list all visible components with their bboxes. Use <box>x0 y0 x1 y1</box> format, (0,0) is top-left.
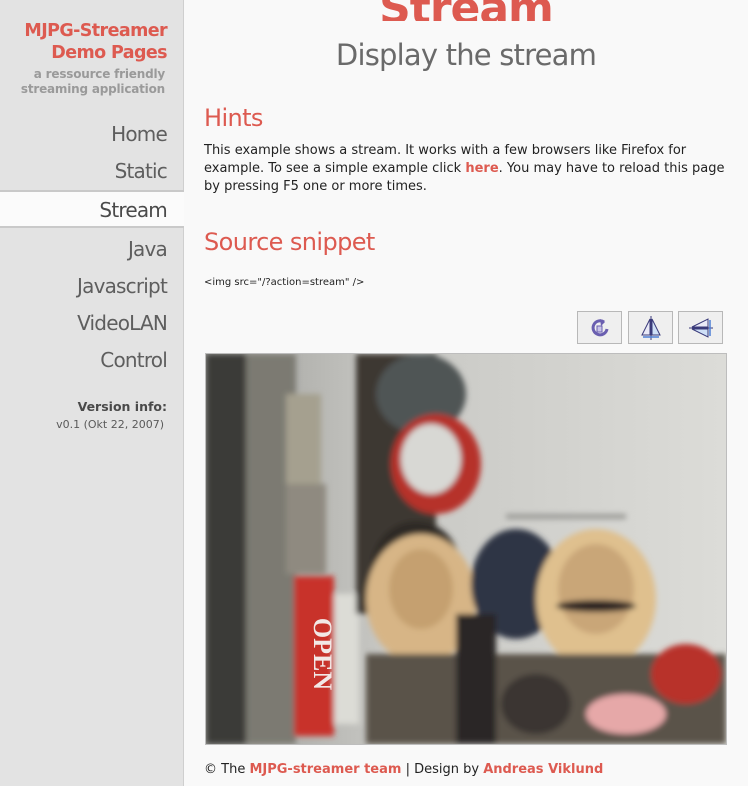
source-snippet-code: <img src="/?action=stream" /> <box>204 277 365 288</box>
sidebar: MJPG-Streamer Demo Pages a ressource fri… <box>0 0 184 786</box>
nav-link-control[interactable]: Control <box>100 348 167 372</box>
nav-link-videolan[interactable]: VideoLAN <box>77 311 168 335</box>
nav-link-home[interactable]: Home <box>111 122 168 146</box>
nav-link-stream[interactable]: Stream <box>99 198 167 222</box>
site-title-line1: MJPG-Streamer <box>24 21 167 41</box>
nav-link-javascript[interactable]: Javascript <box>77 274 168 298</box>
site-title-line2: Demo Pages <box>51 43 167 63</box>
snippet-title: Source snippet <box>204 228 375 256</box>
flip-horizontal-button[interactable] <box>678 311 723 344</box>
rotate-icon <box>591 318 608 336</box>
here-link[interactable]: here <box>465 161 498 176</box>
hints-title: Hints <box>204 104 263 132</box>
site-subtitle-line2: streaming application <box>20 82 165 96</box>
footer-separator: | Design by <box>401 762 484 777</box>
version-label: Version info: <box>77 399 167 414</box>
footer-copyright: © The <box>204 762 250 777</box>
site-subtitle-line1: a ressource friendly <box>33 67 165 81</box>
rotate-button[interactable] <box>577 311 622 344</box>
open-sign-text: OPEN <box>308 618 337 690</box>
hints-paragraph: This example shows a stream. It works wi… <box>204 142 734 196</box>
nav-link-java[interactable]: Java <box>128 237 168 261</box>
footer: © The MJPG-streamer team | Design by And… <box>204 762 603 777</box>
nav-link-static[interactable]: Static <box>115 159 168 183</box>
stream-image: OPEN <box>205 353 727 745</box>
site-subtitle: a ressource friendly streaming applicati… <box>0 67 165 97</box>
flip-vertical-icon <box>640 315 661 340</box>
team-link[interactable]: MJPG-streamer team <box>249 762 401 777</box>
designer-link[interactable]: Andreas Viklund <box>483 762 603 777</box>
page-title: Stream <box>184 0 748 21</box>
version-value: v0.1 (Okt 22, 2007) <box>56 418 164 431</box>
page-subtitle: Display the stream <box>335 38 597 72</box>
flip-horizontal-icon <box>688 317 713 338</box>
flip-vertical-button[interactable] <box>628 311 673 344</box>
site-title: MJPG-Streamer Demo Pages <box>0 20 167 64</box>
